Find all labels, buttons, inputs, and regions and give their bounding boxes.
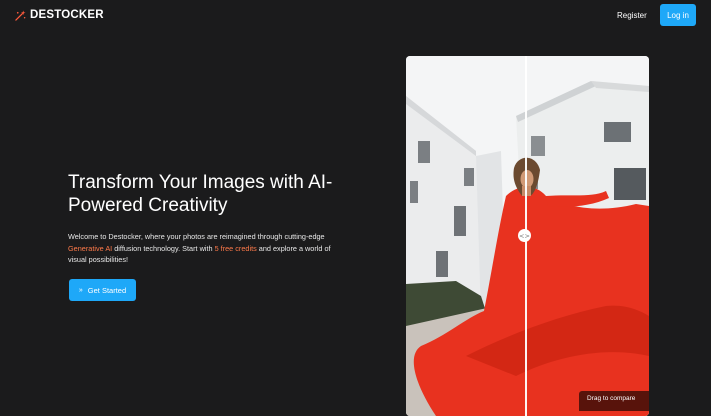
hero-desc-text-1: Welcome to Destocker, where your photos … [68,232,325,241]
hero-title: Transform Your Images with AI-Powered Cr… [68,172,333,216]
hero-description: Welcome to Destocker, where your photos … [68,231,338,266]
chevrons-right-icon: » [78,286,83,294]
get-started-label: Get Started [87,285,127,295]
hero-desc-text-2: diffusion technology. Start with [112,243,215,253]
brand-logo[interactable]: DESTOCKER [15,9,104,21]
sparkle-wand-icon [15,9,26,21]
register-link[interactable]: Register [617,11,647,20]
compare-hint-label: Drag to compare [579,391,649,411]
image-compare-slider[interactable]: <> Drag to compare [406,56,649,416]
login-button[interactable]: Log in [660,4,696,26]
code-arrows-icon: <> [519,231,530,240]
get-started-button[interactable]: » Get Started [69,279,136,301]
brand-name: DESTOCKER [30,9,104,21]
compare-handle[interactable]: <> [518,229,531,242]
free-credits-highlight: 5 free credits [214,243,257,253]
generative-ai-highlight: Generative AI [68,243,113,253]
